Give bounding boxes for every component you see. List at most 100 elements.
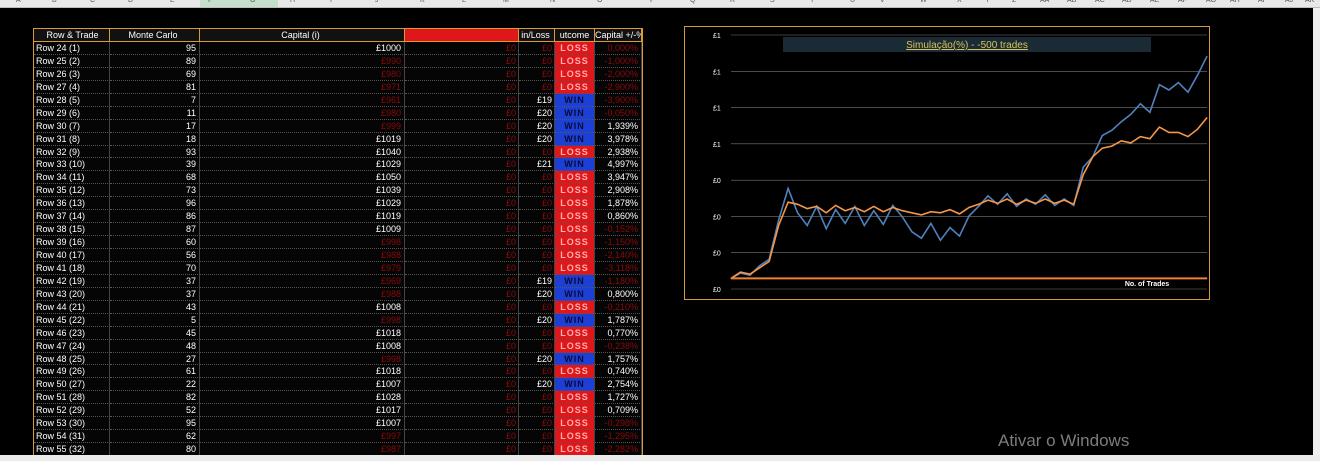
stake-value[interactable]: £0 — [405, 352, 519, 366]
capital-pct-value[interactable]: -1,180% — [595, 274, 642, 288]
column-letter[interactable]: AH — [1230, 0, 1240, 4]
column-letter[interactable]: AA — [1040, 0, 1049, 4]
monte-carlo-value[interactable]: 87 — [110, 223, 200, 237]
monte-carlo-value[interactable]: 81 — [110, 80, 200, 94]
monte-carlo-value[interactable]: 56 — [110, 249, 200, 262]
row-label[interactable]: Row 27 (4) — [34, 80, 110, 94]
monte-carlo-value[interactable]: 22 — [110, 378, 200, 392]
stake-value[interactable]: £0 — [405, 339, 519, 353]
capital-value[interactable]: £980 — [200, 106, 405, 120]
outcome-badge[interactable]: LOSS — [555, 145, 595, 159]
column-letter[interactable]: U — [850, 0, 855, 4]
win-loss-value[interactable]: £0 — [519, 404, 555, 418]
capital-value[interactable]: £988 — [200, 249, 405, 262]
monte-carlo-value[interactable]: 60 — [110, 236, 200, 249]
win-loss-value[interactable]: £0 — [519, 261, 555, 275]
win-loss-value[interactable]: £20 — [519, 287, 555, 301]
column-letter[interactable]: L — [462, 0, 466, 4]
capital-value[interactable]: £1018 — [200, 326, 405, 340]
row-label[interactable]: Row 46 (23) — [34, 326, 110, 340]
column-letter[interactable]: K — [420, 0, 425, 4]
capital-value[interactable]: £1019 — [200, 132, 405, 146]
capital-value[interactable]: £998 — [200, 313, 405, 327]
win-loss-value[interactable]: £0 — [519, 197, 555, 211]
capital-pct-value[interactable]: 1,878% — [595, 197, 642, 211]
stake-value[interactable]: £0 — [405, 404, 519, 418]
outcome-badge[interactable]: LOSS — [555, 365, 595, 379]
win-loss-value[interactable]: £19 — [519, 274, 555, 288]
column-letter[interactable]: A — [16, 0, 21, 4]
capital-value[interactable]: £1007 — [200, 417, 405, 431]
monte-carlo-value[interactable]: 11 — [110, 106, 200, 120]
capital-value[interactable]: £997 — [200, 430, 405, 444]
stake-value[interactable]: £0 — [405, 93, 519, 107]
capital-value[interactable]: £1000 — [200, 42, 405, 55]
win-loss-value[interactable]: £20 — [519, 352, 555, 366]
capital-pct-value[interactable]: 1,757% — [595, 352, 642, 366]
capital-pct-value[interactable]: -3,118% — [595, 261, 642, 275]
win-loss-value[interactable]: £0 — [519, 184, 555, 198]
column-letter[interactable]: AC — [1095, 0, 1105, 4]
win-loss-value[interactable]: £0 — [519, 430, 555, 444]
column-letter[interactable]: V — [880, 0, 885, 4]
row-label[interactable]: Row 42 (19) — [34, 274, 110, 288]
column-letter[interactable]: B — [52, 0, 57, 4]
monte-carlo-value[interactable]: 7 — [110, 93, 200, 107]
win-loss-value[interactable]: £0 — [519, 223, 555, 237]
win-loss-value[interactable]: £20 — [519, 313, 555, 327]
capital-value[interactable]: £961 — [200, 93, 405, 107]
row-label[interactable]: Row 43 (20) — [34, 287, 110, 301]
outcome-badge[interactable]: LOSS — [555, 326, 595, 340]
column-letter[interactable]: AG — [1206, 0, 1216, 4]
capital-value[interactable]: £1018 — [200, 365, 405, 379]
stake-value[interactable]: £0 — [405, 184, 519, 198]
outcome-badge[interactable]: LOSS — [555, 223, 595, 237]
outcome-badge[interactable]: WIN — [555, 119, 595, 133]
capital-pct-value[interactable]: 0,740% — [595, 365, 642, 379]
row-label[interactable]: Row 41 (18) — [34, 261, 110, 275]
stake-value[interactable]: £0 — [405, 249, 519, 262]
outcome-badge[interactable]: LOSS — [555, 430, 595, 444]
win-loss-value[interactable]: £0 — [519, 67, 555, 81]
stake-value[interactable]: £0 — [405, 417, 519, 431]
win-loss-value[interactable]: £0 — [519, 171, 555, 185]
capital-value[interactable]: £971 — [200, 80, 405, 94]
column-letter[interactable]: D — [128, 0, 133, 4]
stake-value[interactable]: £0 — [405, 365, 519, 379]
stake-value[interactable]: £0 — [405, 313, 519, 327]
outcome-badge[interactable]: LOSS — [555, 404, 595, 418]
column-letter[interactable]: S — [770, 0, 775, 4]
row-label[interactable]: Row 26 (3) — [34, 67, 110, 81]
column-letter[interactable]: AD — [1122, 0, 1132, 4]
monte-carlo-value[interactable]: 69 — [110, 67, 200, 81]
capital-value[interactable]: £1039 — [200, 184, 405, 198]
win-loss-value[interactable]: £0 — [519, 391, 555, 405]
column-letter[interactable]: M — [503, 0, 509, 4]
capital-value[interactable]: £1040 — [200, 145, 405, 159]
capital-pct-value[interactable]: -1,295% — [595, 430, 642, 444]
stake-value[interactable]: £0 — [405, 42, 519, 55]
capital-value[interactable]: £1007 — [200, 378, 405, 392]
outcome-badge[interactable]: LOSS — [555, 42, 595, 55]
outcome-badge[interactable]: LOSS — [555, 184, 595, 198]
column-letter[interactable]: H — [290, 0, 295, 4]
row-label[interactable]: Row 53 (30) — [34, 417, 110, 431]
column-letter[interactable]: I — [330, 0, 332, 4]
outcome-badge[interactable]: LOSS — [555, 80, 595, 94]
outcome-badge[interactable]: LOSS — [555, 391, 595, 405]
column-letter[interactable]: AI — [1258, 0, 1265, 4]
stake-value[interactable]: £0 — [405, 171, 519, 185]
capital-value[interactable]: £990 — [200, 54, 405, 68]
outcome-badge[interactable]: LOSS — [555, 249, 595, 262]
row-label[interactable]: Row 32 (9) — [34, 145, 110, 159]
monte-carlo-value[interactable]: 39 — [110, 158, 200, 172]
header-blank[interactable] — [405, 29, 519, 42]
row-label[interactable]: Row 39 (16) — [34, 236, 110, 249]
monte-carlo-value[interactable]: 86 — [110, 210, 200, 224]
monte-carlo-value[interactable]: 37 — [110, 274, 200, 288]
outcome-badge[interactable]: LOSS — [555, 261, 595, 275]
monte-carlo-value[interactable]: 95 — [110, 417, 200, 431]
row-label[interactable]: Row 31 (8) — [34, 132, 110, 146]
header-capital-pct[interactable]: Capital +/-% — [595, 29, 642, 42]
column-letter[interactable]: R — [730, 0, 735, 4]
